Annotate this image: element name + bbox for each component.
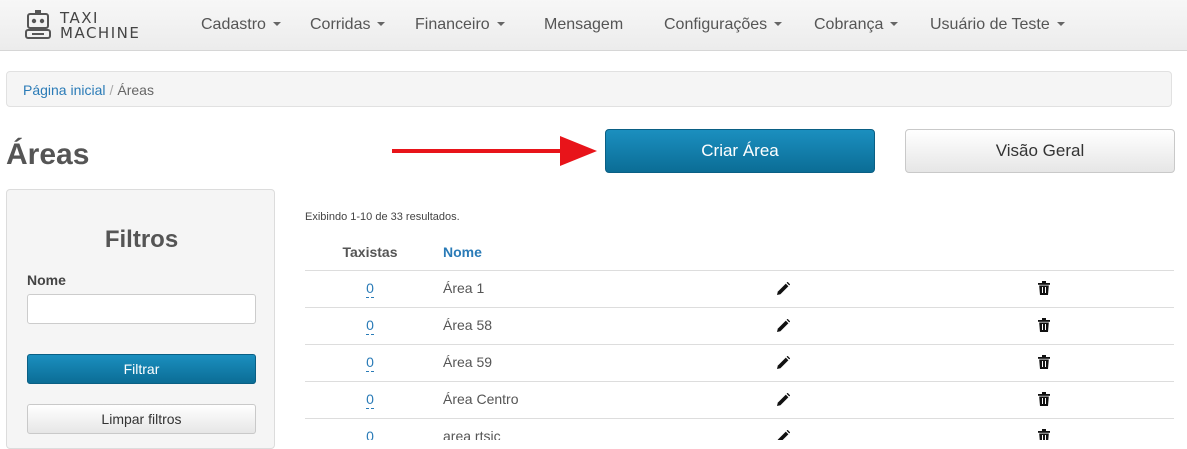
nav-item-mensagem[interactable]: Mensagem xyxy=(544,16,623,34)
nav-label: Usuário de Teste xyxy=(930,16,1050,33)
results-summary: Exibindo 1-10 de 33 resultados. xyxy=(305,211,460,223)
caret-down-icon xyxy=(774,21,783,26)
taxistas-count-link[interactable]: 0 xyxy=(366,280,374,298)
column-header-taxistas: Taxistas xyxy=(342,244,398,260)
trash-icon[interactable] xyxy=(1038,281,1050,295)
trash-icon[interactable] xyxy=(1038,429,1050,440)
taxistas-cell: 0 xyxy=(305,354,435,372)
trash-icon[interactable] xyxy=(1038,318,1050,332)
caret-down-icon xyxy=(890,21,899,26)
taxistas-cell: 0 xyxy=(305,391,435,409)
table-row: 0 area rtsic xyxy=(305,418,1174,440)
taxistas-count-link[interactable]: 0 xyxy=(366,428,374,440)
taxi-machine-logo[interactable]: TAXI MACHINE xyxy=(24,8,154,44)
arrow-right-icon xyxy=(392,136,597,166)
table-row: 0 Área Centro xyxy=(305,381,1174,418)
taxistas-cell: 0 xyxy=(305,428,435,440)
caret-down-icon xyxy=(496,21,505,26)
overview-button[interactable]: Visão Geral xyxy=(905,129,1175,173)
area-name-cell: Área 59 xyxy=(443,354,493,370)
trash-icon[interactable] xyxy=(1038,355,1050,369)
name-filter-input[interactable] xyxy=(27,294,256,324)
breadcrumb-current: Áreas xyxy=(117,82,154,98)
area-name-cell: area rtsic xyxy=(443,428,501,440)
area-name-cell: Área 58 xyxy=(443,317,493,333)
nav-item-cobranca[interactable]: Cobrança xyxy=(814,16,899,34)
nav-label: Cadastro xyxy=(201,16,266,33)
taxi-robot-icon xyxy=(25,10,51,39)
page-title: Áreas xyxy=(6,138,90,171)
filter-button[interactable]: Filtrar xyxy=(27,354,256,384)
taxistas-count-link[interactable]: 0 xyxy=(366,317,374,335)
nav-item-cadastro[interactable]: Cadastro xyxy=(201,16,281,34)
logo-text: TAXI MACHINE xyxy=(60,11,140,41)
caret-down-icon xyxy=(1056,21,1065,26)
nav-item-corridas[interactable]: Corridas xyxy=(310,16,386,34)
taxistas-count-link[interactable]: 0 xyxy=(366,354,374,372)
table-row: 0 Área 58 xyxy=(305,307,1174,344)
breadcrumb: Página inicial / Áreas xyxy=(6,71,1172,107)
breadcrumb-separator: / xyxy=(109,82,114,98)
logo-line-2: MACHINE xyxy=(60,24,141,42)
clear-filters-button[interactable]: Limpar filtros xyxy=(27,404,256,434)
table-row: 0 Área 59 xyxy=(305,344,1174,381)
pencil-icon[interactable] xyxy=(776,430,790,440)
filter-panel: Filtros Nome Filtrar Limpar filtros xyxy=(6,189,275,449)
nav-label: Cobrança xyxy=(814,16,884,33)
name-filter-label: Nome xyxy=(27,272,66,288)
table-row: 0 Área 1 xyxy=(305,270,1174,307)
nav-label: Mensagem xyxy=(544,16,624,33)
nav-item-configuracoes[interactable]: Configurações xyxy=(664,16,783,34)
create-area-button[interactable]: Criar Área xyxy=(605,129,875,173)
pencil-icon[interactable] xyxy=(776,356,790,370)
breadcrumb-home-link[interactable]: Página inicial xyxy=(23,82,106,98)
nav-item-financeiro[interactable]: Financeiro xyxy=(415,16,505,34)
trash-icon[interactable] xyxy=(1038,392,1050,406)
taxistas-cell: 0 xyxy=(305,280,435,298)
nav-label: Configurações xyxy=(664,16,768,33)
area-name-cell: Área Centro xyxy=(443,391,519,407)
nav-label: Corridas xyxy=(310,16,371,33)
nav-label: Financeiro xyxy=(415,16,490,33)
column-header-nome[interactable]: Nome xyxy=(443,244,482,260)
caret-down-icon xyxy=(272,21,281,26)
taxistas-cell: 0 xyxy=(305,317,435,335)
pencil-icon[interactable] xyxy=(776,393,790,407)
taxistas-count-link[interactable]: 0 xyxy=(366,391,374,409)
caret-down-icon xyxy=(377,21,386,26)
pencil-icon[interactable] xyxy=(776,319,790,333)
area-name-cell: Área 1 xyxy=(443,280,485,296)
pencil-icon[interactable] xyxy=(776,282,790,296)
filter-title: Filtros xyxy=(104,226,179,253)
nav-item-usuario[interactable]: Usuário de Teste xyxy=(930,16,1065,34)
top-navbar: TAXI MACHINE Cadastro Corridas Financeir… xyxy=(0,0,1187,51)
